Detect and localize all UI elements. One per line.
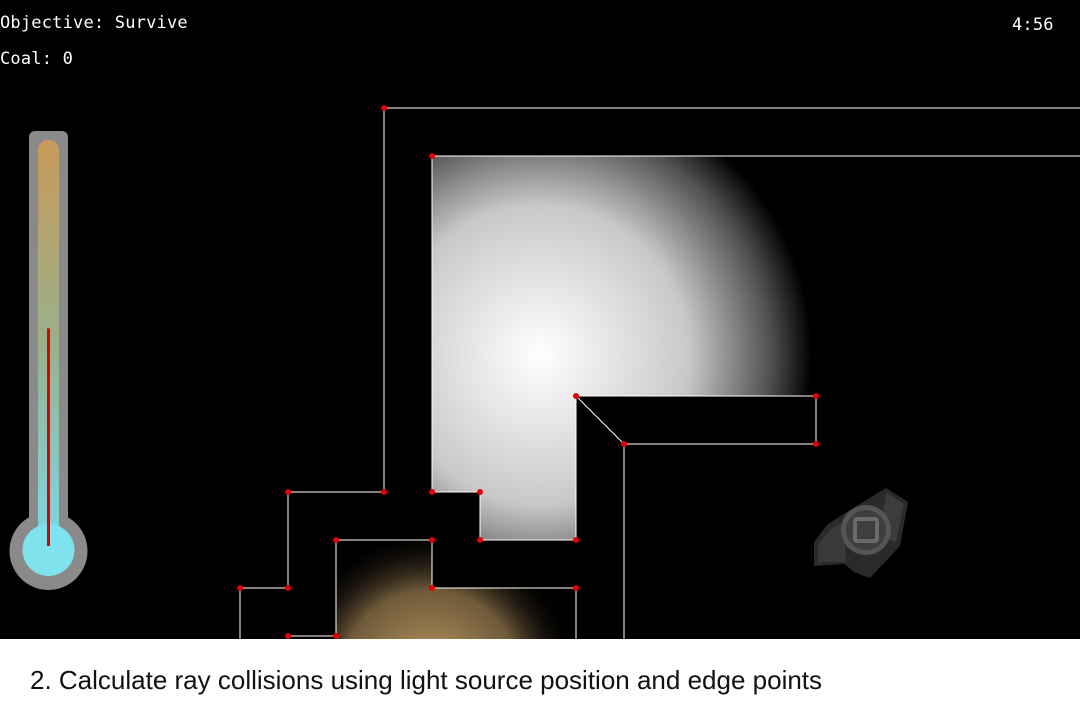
edge-point — [477, 537, 483, 543]
edge-point — [573, 393, 579, 399]
caption-text: 2. Calculate ray collisions using light … — [30, 665, 823, 695]
light-area — [432, 156, 1080, 540]
edge-point — [381, 105, 387, 111]
timer-text: 4:56 — [1012, 15, 1054, 35]
objective-text: Objective: Survive — [0, 13, 188, 33]
player-character[interactable] — [814, 488, 908, 578]
edge-point — [381, 489, 387, 495]
warm-light-area — [336, 540, 576, 639]
caption-bar: 2. Calculate ray collisions using light … — [0, 639, 1080, 720]
scene-canvas — [9, 105, 1080, 639]
edge-point — [429, 537, 435, 543]
thermometer — [9, 131, 88, 590]
edge-point — [429, 489, 435, 495]
edge-point — [573, 585, 579, 591]
edge-point — [237, 585, 243, 591]
coal-counter: Coal: 0 — [0, 49, 74, 69]
edge-point — [621, 441, 627, 447]
edge-point — [813, 441, 819, 447]
edge-point — [477, 489, 483, 495]
edge-point — [573, 537, 579, 543]
edge-point — [333, 537, 339, 543]
edge-point — [429, 153, 435, 159]
right-block-edge — [574, 395, 817, 445]
player-head-inner — [846, 510, 886, 550]
game-viewport: Objective: Survive Coal: 0 4:56 — [0, 0, 1080, 639]
edge-point — [813, 393, 819, 399]
edge-point — [285, 489, 291, 495]
edge-point — [285, 585, 291, 591]
edge-point — [429, 585, 435, 591]
